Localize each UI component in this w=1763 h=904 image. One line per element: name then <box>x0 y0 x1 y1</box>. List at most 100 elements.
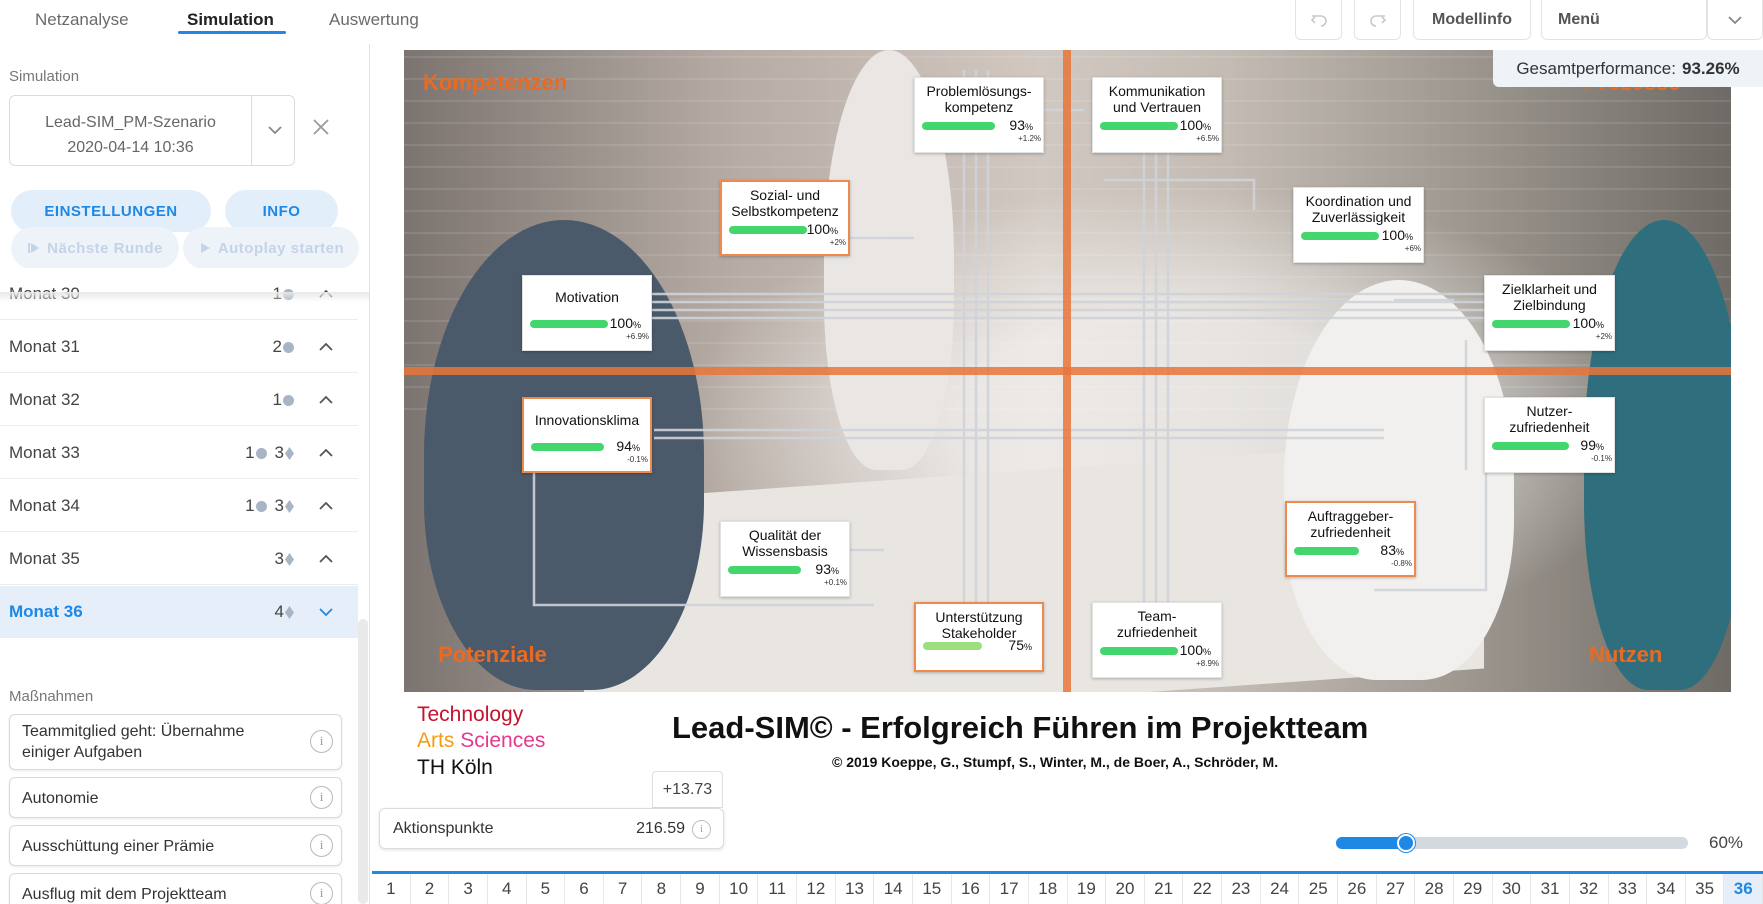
timeline-month[interactable]: 10 <box>720 874 759 904</box>
info-icon[interactable]: i <box>310 882 333 904</box>
node-koordination-zuverlaessigkeit[interactable]: Koordination und Zuverlässigkeit 100% +6% <box>1293 187 1424 263</box>
zoom-slider[interactable] <box>1336 834 1688 852</box>
timeline-month[interactable]: 6 <box>565 874 604 904</box>
month-row[interactable]: Monat 35 3 <box>0 533 358 585</box>
measure-item[interactable]: Teammitglied geht: Übernahme einiger Auf… <box>9 714 342 770</box>
network-canvas[interactable]: Kompetenzen Prozesse Potenziale Nutzen P… <box>404 50 1731 692</box>
timeline-month[interactable]: 18 <box>1029 874 1068 904</box>
node-innovationsklima[interactable]: Innovationsklima 94% -0.1% <box>522 397 652 473</box>
timeline-month[interactable]: 8 <box>642 874 682 904</box>
timeline-month[interactable]: 25 <box>1299 874 1339 904</box>
scenario-select[interactable]: Lead-SIM_PM-Szenario 2020-04-14 10:36 <box>9 95 295 166</box>
timeline-month[interactable]: 31 <box>1531 874 1570 904</box>
timeline-month[interactable]: 11 <box>758 874 798 904</box>
chevron-up-icon[interactable] <box>316 337 336 357</box>
node-kommunikation-vertrauen[interactable]: Kommunikation und Vertrauen 100% +6.5% <box>1092 77 1222 153</box>
redo-button[interactable] <box>1354 0 1401 40</box>
timeline-month[interactable]: 13 <box>836 874 875 904</box>
timeline-month[interactable]: 17 <box>990 874 1029 904</box>
node-auftraggeberzufriedenheit[interactable]: Auftraggeber-zufriedenheit 83% -0.8% <box>1285 501 1416 577</box>
timeline-month[interactable]: 14 <box>874 874 913 904</box>
timeline-month[interactable]: 28 <box>1415 874 1454 904</box>
node-teamzufriedenheit[interactable]: Team-zufriedenheit 100% +8.9% <box>1092 602 1222 678</box>
menu-dropdown-button[interactable] <box>1707 0 1763 40</box>
timeline-month[interactable]: 35 <box>1686 874 1725 904</box>
month-row[interactable]: Monat 36 4 <box>0 586 358 638</box>
timeline-month[interactable]: 27 <box>1377 874 1416 904</box>
timeline-month[interactable]: 21 <box>1145 874 1184 904</box>
node-title: Koordination und Zuverlässigkeit <box>1305 193 1412 225</box>
autoplay-button[interactable]: Autoplay starten <box>183 227 359 269</box>
timeline-month[interactable]: 24 <box>1261 874 1300 904</box>
next-round-button[interactable]: Nächste Runde <box>11 227 179 269</box>
timeline-month[interactable]: 23 <box>1222 874 1261 904</box>
action-points-value: 216.59 <box>636 820 685 837</box>
node-delta: +2% <box>1595 332 1612 341</box>
timeline-month[interactable]: 9 <box>681 874 720 904</box>
timeline-month[interactable]: 34 <box>1647 874 1686 904</box>
timeline-month[interactable]: 30 <box>1493 874 1532 904</box>
month-label: Monat 36 <box>9 602 83 621</box>
timeline-month[interactable]: 19 <box>1068 874 1107 904</box>
chevron-up-icon[interactable] <box>316 549 336 569</box>
close-icon[interactable] <box>310 116 332 138</box>
undo-button[interactable] <box>1295 0 1342 40</box>
measure-item[interactable]: Ausschüttung einer Prämie i <box>9 825 342 866</box>
measure-item[interactable]: Ausflug mit dem Projektteam i <box>9 873 342 904</box>
info-icon[interactable]: i <box>310 786 333 809</box>
node-problemloesungskompetenz[interactable]: Problemlösungs-kompetenz 93% +1.2% <box>914 77 1044 153</box>
chevron-down-icon[interactable] <box>265 120 285 140</box>
timeline-month[interactable]: 3 <box>449 874 488 904</box>
timeline-month[interactable]: 4 <box>488 874 527 904</box>
zoom-slider-fill <box>1336 837 1406 849</box>
timeline-month[interactable]: 22 <box>1183 874 1223 904</box>
timeline-month[interactable]: 16 <box>952 874 991 904</box>
measure-count: 3 <box>275 443 294 463</box>
chevron-up-icon[interactable] <box>316 496 336 516</box>
month-row[interactable]: Monat 32 1 <box>0 374 358 426</box>
month-row[interactable]: Monat 34 1 3 <box>0 480 358 532</box>
timeline-month[interactable]: 5 <box>527 874 566 904</box>
node-unterstuetzung-stakeholder[interactable]: Unterstützung Stakeholder 75% <box>914 602 1044 672</box>
info-icon[interactable]: i <box>310 834 333 857</box>
node-qualitaet-wissensbasis[interactable]: Qualität der Wissensbasis 93% +0.1% <box>720 521 850 597</box>
month-row[interactable]: Monat 31 2 <box>0 321 358 373</box>
timeline-month[interactable]: 20 <box>1106 874 1145 904</box>
month-label: Monat 35 <box>9 549 80 568</box>
timeline-month[interactable]: 36 <box>1724 874 1763 904</box>
tab-simulation[interactable]: Simulation <box>187 0 274 40</box>
timeline-month[interactable]: 2 <box>411 874 450 904</box>
chevron-up-icon[interactable] <box>316 443 336 463</box>
node-value-number: 100 <box>1381 227 1405 243</box>
timeline-month[interactable]: 7 <box>604 874 643 904</box>
tab-auswertung[interactable]: Auswertung <box>329 0 419 40</box>
settings-button[interactable]: EINSTELLUNGEN <box>11 190 211 232</box>
timeline-month[interactable]: 15 <box>913 874 952 904</box>
node-zielklarheit-zielbindung[interactable]: Zielklarheit und Zielbindung 100% +2% <box>1484 275 1615 351</box>
measure-diamond-icon <box>285 447 294 461</box>
zoom-slider-handle[interactable] <box>1397 834 1415 852</box>
menu-label: Menü <box>1558 10 1600 28</box>
month-row[interactable]: Monat 33 1 3 <box>0 427 358 479</box>
info-icon[interactable]: i <box>310 730 333 753</box>
node-value-number: 83 <box>1380 542 1396 558</box>
node-motivation[interactable]: Motivation 100% +6.9% <box>522 275 652 351</box>
timeline-month[interactable]: 29 <box>1454 874 1493 904</box>
timeline-month[interactable]: 33 <box>1609 874 1648 904</box>
info-icon[interactable]: i <box>692 820 711 839</box>
sidebar-scrollbar[interactable] <box>358 619 368 904</box>
measure-item[interactable]: Autonomie i <box>9 777 342 818</box>
node-nutzerzufriedenheit[interactable]: Nutzer-zufriedenheit 99% -0.1% <box>1484 397 1615 473</box>
node-sozial-selbstkompetenz[interactable]: Sozial- und Selbstkompetenz 100% +2% <box>720 180 850 256</box>
menu-button[interactable]: Menü <box>1541 0 1707 40</box>
timeline-month[interactable]: 12 <box>797 874 836 904</box>
chevron-up-icon[interactable] <box>316 390 336 410</box>
timeline-month[interactable]: 26 <box>1338 874 1377 904</box>
measures-title: Maßnahmen <box>9 688 94 705</box>
tab-netzanalyse[interactable]: Netzanalyse <box>35 0 129 40</box>
info-button[interactable]: INFO <box>225 190 338 232</box>
timeline-month[interactable]: 1 <box>372 874 411 904</box>
modelinfo-button[interactable]: Modellinfo <box>1413 0 1531 40</box>
chevron-down-icon[interactable] <box>316 602 336 622</box>
timeline-month[interactable]: 32 <box>1570 874 1609 904</box>
